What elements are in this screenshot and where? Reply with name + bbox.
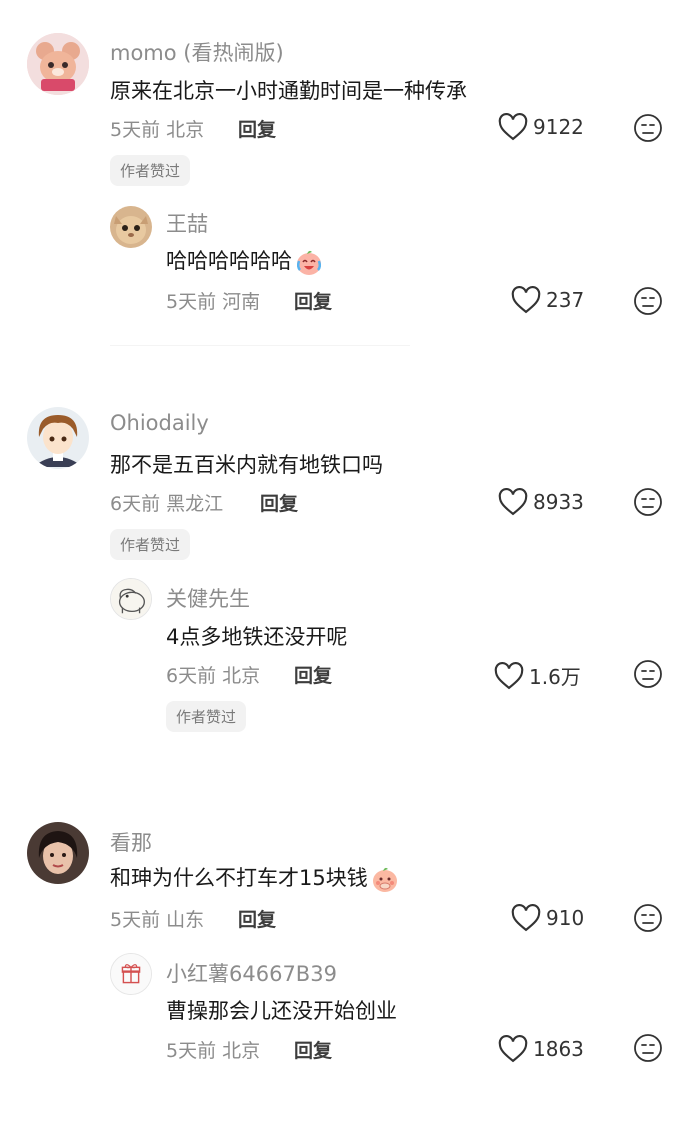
author-liked-badge: 作者赞过 [110,529,191,560]
like-button[interactable]: 237 [511,286,584,314]
comment-location: 山东 [166,909,205,931]
comment-thread: momo (看热闹版) 原来在北京一小时通勤时间是一种传承 5天前 北京 回复 … [0,0,690,380]
avatar-bear-image [27,33,89,95]
comment-text[interactable]: 原来在北京一小时通勤时间是一种传承 [110,75,467,105]
like-count: 9122 [533,115,584,139]
avatar[interactable] [110,206,152,248]
heart-icon [511,286,541,314]
author-liked-badge: 作者赞过 [166,701,247,732]
avatar-anime-boy-image [27,407,89,469]
like-count: 1.6万 [529,665,581,689]
reply-text[interactable]: 4点多地铁还没开呢 [166,621,347,651]
heart-icon [498,488,528,516]
shy-peach-emoji [372,867,397,892]
comment-time: 6天前 [110,493,161,515]
reply-time: 6天前 [166,665,217,687]
avatar-woman-photo-image [27,822,89,884]
like-button[interactable]: 910 [511,904,584,932]
reply-button[interactable]: 回复 [294,661,332,688]
comment-time: 5天前 [110,909,161,931]
comment-meta: 5天前 山东 [110,905,204,932]
avatar[interactable] [110,578,152,620]
crying-laughing-emoji [296,250,322,275]
heart-icon [498,113,528,141]
avatar[interactable] [27,33,89,95]
reply-commenter-name[interactable]: 小红薯64667B39 [166,958,337,988]
comment-location: 北京 [166,119,205,141]
like-count: 8933 [533,490,584,514]
dislike-face-icon[interactable] [633,1033,663,1063]
comment-time: 5天前 [110,119,161,141]
avatar-cat-image [110,206,152,248]
reply-meta: 6天前 北京 [166,661,260,688]
comment-text[interactable]: 那不是五百米内就有地铁口吗 [110,449,383,479]
reply-commenter-name[interactable]: 王喆 [166,208,208,238]
avatar[interactable] [27,822,89,884]
reply-button[interactable]: 回复 [238,905,276,932]
comment-meta: 5天前 北京 [110,115,204,142]
heart-icon [511,904,541,932]
reply-text[interactable]: 曹操那会儿还没开始创业 [166,995,397,1025]
comment-text[interactable]: 和珅为什么不打车才15块钱 [110,862,400,894]
reply-location: 河南 [222,291,261,313]
avatar[interactable] [27,407,89,469]
heart-icon [498,1035,528,1063]
commenter-name[interactable]: 看那 [110,827,152,857]
divider [110,345,410,346]
comment-meta: 6天前 黑龙江 [110,489,223,516]
commenter-name[interactable]: Ohiodaily [110,411,209,435]
reply-time: 5天前 [166,1040,217,1062]
reply-commenter-name[interactable]: 关健先生 [166,583,250,613]
reply-button[interactable]: 回复 [238,115,276,142]
reply-location: 北京 [222,665,261,687]
like-button[interactable]: 1863 [498,1035,584,1063]
like-button[interactable]: 8933 [498,488,584,516]
dislike-face-icon[interactable] [633,659,663,689]
reply-time: 5天前 [166,291,217,313]
commenter-name[interactable]: momo (看热闹版) [110,37,284,67]
author-liked-badge: 作者赞过 [110,155,191,186]
dislike-face-icon[interactable] [633,286,663,316]
like-count: 1863 [533,1037,584,1061]
reply-meta: 5天前 北京 [166,1036,260,1063]
reply-button[interactable]: 回复 [294,1036,332,1063]
reply-button[interactable]: 回复 [294,287,332,314]
avatar[interactable] [110,953,152,995]
gift-icon [111,954,151,994]
reply-text[interactable]: 哈哈哈哈哈哈 [166,245,324,277]
dislike-face-icon[interactable] [633,113,663,143]
avatar-capybara-sketch-image [111,579,151,619]
like-button[interactable]: 1.6万 [494,661,581,690]
reply-location: 北京 [222,1040,261,1062]
dislike-face-icon[interactable] [633,903,663,933]
comment-text-content: 和珅为什么不打车才15块钱 [110,866,368,890]
heart-icon [494,661,524,689]
reply-text-content: 哈哈哈哈哈哈 [166,249,292,273]
reply-button[interactable]: 回复 [260,489,298,516]
reply-meta: 5天前 河南 [166,287,260,314]
like-button[interactable]: 9122 [498,113,584,141]
dislike-face-icon[interactable] [633,487,663,517]
like-count: 910 [546,906,585,930]
comment-location: 黑龙江 [166,493,224,515]
like-count: 237 [546,288,585,312]
